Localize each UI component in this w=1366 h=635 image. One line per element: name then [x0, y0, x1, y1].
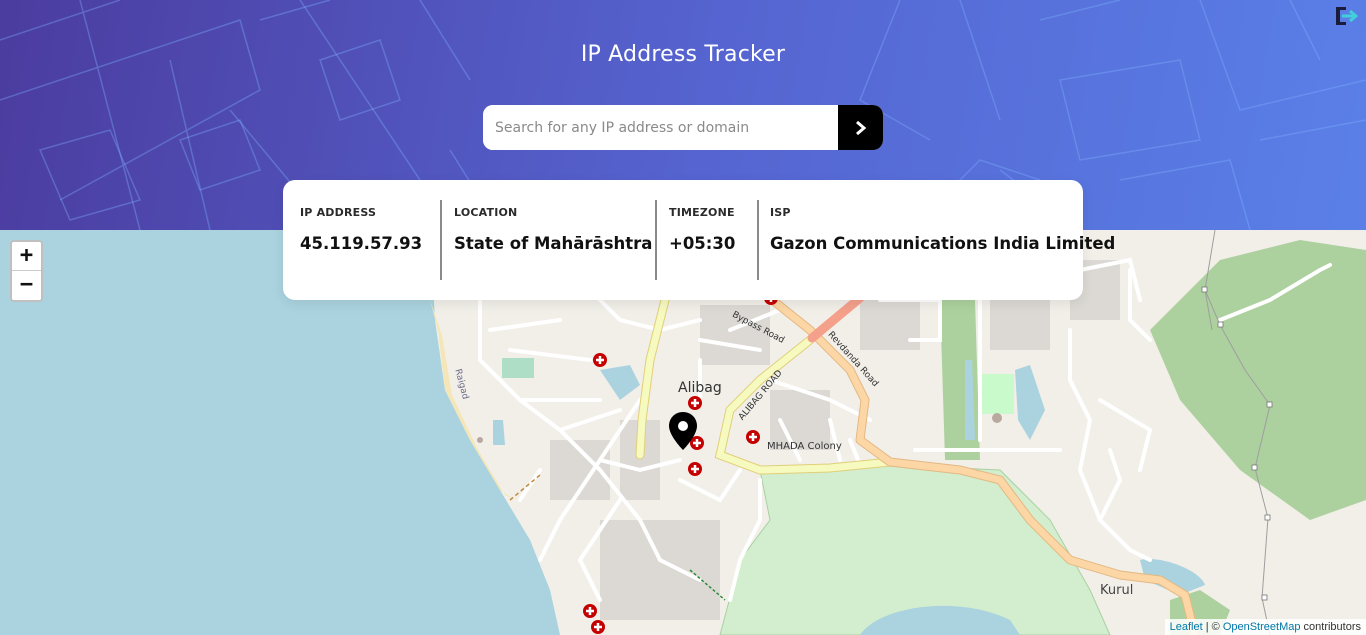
location-value: State of Mahārāshtra	[454, 234, 653, 253]
attribution-suffix: contributors	[1300, 621, 1361, 633]
attribution-separator: | ©	[1202, 621, 1223, 633]
ip-info-card: IP ADDRESS 45.119.57.93 LOCATION State o…	[283, 180, 1115, 300]
isp-value: Gazon Communications India Limited	[770, 234, 1116, 253]
map-label-area: MHADA Colony	[767, 441, 842, 452]
divider	[440, 200, 442, 280]
map-label-city: Alibag	[678, 380, 722, 396]
timezone-label: TIMEZONE	[669, 206, 735, 219]
leaflet-link[interactable]: Leaflet	[1170, 621, 1203, 633]
divider	[655, 200, 657, 280]
chevron-right-icon	[855, 120, 866, 135]
page-title: IP Address Tracker	[580, 42, 786, 67]
map-label-village: Kurul	[1100, 583, 1134, 598]
search-input[interactable]	[483, 105, 838, 150]
zoom-control: + −	[10, 240, 43, 302]
ip-address-value: 45.119.57.93	[300, 234, 423, 253]
location-label: LOCATION	[454, 206, 518, 219]
openstreetmap-link[interactable]: OpenStreetMap	[1223, 621, 1301, 633]
divider	[757, 200, 759, 280]
search-submit-button[interactable]	[838, 105, 883, 150]
brand-logo-icon[interactable]	[1334, 5, 1358, 27]
ip-address-label: IP ADDRESS	[300, 206, 377, 219]
location-marker-icon[interactable]	[668, 411, 698, 451]
map-attribution: Leaflet | © OpenStreetMap contributors	[1164, 619, 1366, 635]
isp-label: ISP	[770, 206, 791, 219]
zoom-out-button[interactable]: −	[12, 271, 41, 300]
search-form	[483, 105, 883, 150]
timezone-value: +05:30	[669, 234, 736, 253]
zoom-in-button[interactable]: +	[12, 242, 41, 271]
